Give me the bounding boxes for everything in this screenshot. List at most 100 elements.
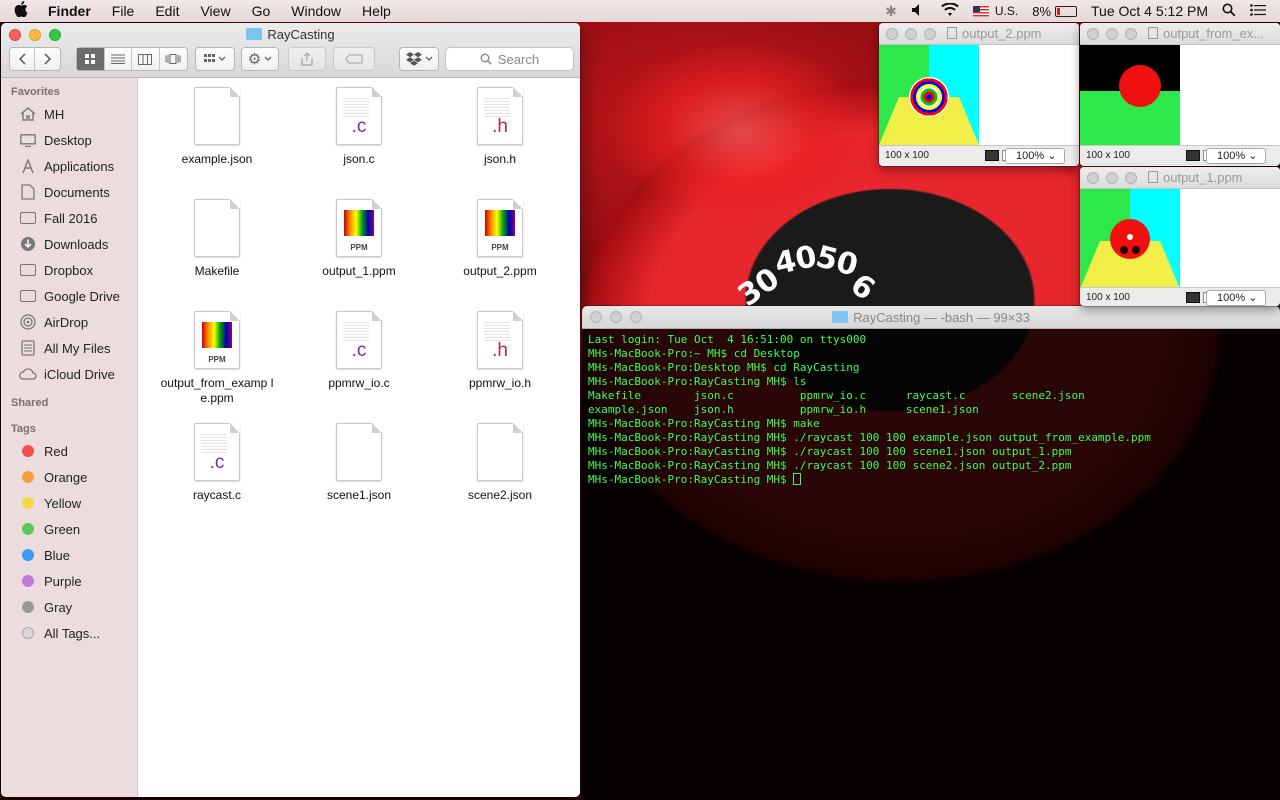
terminal-output[interactable]: Last login: Tue Oct 4 16:51:00 on ttys00… [582,329,1280,800]
close-button[interactable] [590,311,602,323]
zoom-select[interactable]: 100% ⌄ [1206,148,1266,164]
monitor-icon[interactable] [1186,150,1200,161]
notification-center-icon[interactable] [1250,3,1266,19]
zoom-select[interactable]: 100% ⌄ [1206,290,1266,306]
image-file-icon [947,27,957,39]
forward-button[interactable] [35,48,60,70]
sidebar-item-google-drive[interactable]: Google Drive [1,283,137,309]
list-view-button[interactable] [105,48,132,70]
file-item[interactable]: PPM output_from_examp le.ppm [147,311,287,406]
sidebar-item-applications[interactable]: Applications [1,153,137,179]
sidebar-item-fall-2016[interactable]: Fall 2016 [1,205,137,231]
document-icon [194,199,240,257]
tag-all-tags[interactable]: All Tags... [1,620,137,646]
battery-icon[interactable] [1055,5,1078,17]
preview-window-output-from-example: output_from_ex... 100 x 100 100% ⌄ [1080,23,1280,166]
zoom-select[interactable]: 100% ⌄ [1005,148,1065,164]
tag-yellow[interactable]: Yellow [1,490,137,516]
gauge-number: 40 [771,239,820,282]
wifi-icon[interactable] [941,1,959,20]
sidebar-item-documents[interactable]: Documents [1,179,137,205]
folder-icon [19,210,37,226]
monitor-icon[interactable] [985,150,999,161]
tag-purple[interactable]: Purple [1,568,137,594]
zoom-button[interactable] [630,311,642,323]
column-view-button[interactable] [132,48,160,70]
close-button[interactable] [1087,172,1099,184]
file-item[interactable]: PPM output_1.ppm [289,199,429,279]
preview-window-output-1: output_1.ppm 100 x 100 100% ⌄ [1080,167,1280,306]
file-item[interactable]: example.json [147,87,287,167]
file-name: ppmrw_io.c [328,376,390,390]
close-button[interactable] [1087,28,1099,40]
menu-help[interactable]: Help [362,3,391,19]
terminal-window: RayCasting — -bash — 99×33 Last login: T… [582,306,1280,800]
clock[interactable]: Tue Oct 4 5:12 PM [1091,3,1208,19]
sidebar-item-desktop[interactable]: Desktop [1,127,137,153]
sidebar-item-dropbox[interactable]: Dropbox [1,257,137,283]
file-item[interactable]: .c json.c [289,87,429,167]
back-button[interactable] [10,48,36,70]
file-item[interactable]: .h json.h [430,87,570,167]
dropbox-button[interactable] [399,47,439,71]
volume-icon[interactable] [911,3,927,20]
menu-file[interactable]: File [112,3,135,19]
tag-orange[interactable]: Orange [1,464,137,490]
close-button[interactable] [886,28,898,40]
tag-green[interactable]: Green [1,516,137,542]
minimize-button[interactable] [1106,28,1118,40]
file-item[interactable]: PPM output_2.ppm [430,199,570,279]
input-source-label[interactable]: U.S. [995,4,1018,18]
share-button[interactable] [288,47,326,71]
menu-window[interactable]: Window [291,3,341,19]
terminal-line: MHs-MacBook-Pro:RayCasting MH$ ls [588,375,807,388]
minimize-button[interactable] [610,311,622,323]
search-field[interactable]: Search [445,47,574,71]
sidebar-item-label: Documents [44,184,110,200]
action-gear-button[interactable]: ⚙ [241,47,279,71]
flag-icon[interactable] [972,5,989,17]
file-item[interactable]: Makefile [147,199,287,279]
sidebar-item-airdrop[interactable]: AirDrop [1,309,137,335]
tag-label: Green [44,521,81,537]
spotlight-icon[interactable] [1222,3,1236,20]
monitor-icon[interactable] [1186,292,1200,303]
menu-view[interactable]: View [200,3,230,19]
icon-view-button[interactable] [77,48,105,70]
file-item[interactable]: .h ppmrw_io.h [430,311,570,391]
cover-flow-button[interactable] [160,48,187,70]
zoom-button[interactable] [924,28,936,40]
file-item[interactable]: scene1.json [289,423,429,503]
file-item[interactable]: .c raycast.c [147,423,287,503]
menu-app-finder[interactable]: Finder [48,3,91,19]
zoom-button[interactable] [1125,28,1137,40]
terminal-line: MHs-MacBook-Pro:RayCasting MH$ make [588,417,820,430]
sidebar-item-mh[interactable]: MH [1,101,137,127]
arrange-button[interactable] [195,47,235,71]
sidebar-item-downloads[interactable]: Downloads [1,231,137,257]
menu-edit[interactable]: Edit [155,3,179,19]
render-image [1080,45,1180,145]
blue-tag-icon [22,549,34,561]
edit-tags-button[interactable] [333,47,375,71]
sidebar-item-all-my-files[interactable]: All My Files [1,335,137,361]
terminal-cursor [793,473,802,485]
preview-title: output_1.ppm [1163,170,1243,185]
zoom-button[interactable] [1125,172,1137,184]
tag-blue[interactable]: Blue [1,542,137,568]
file-item[interactable]: .c ppmrw_io.c [289,311,429,391]
battery-percent[interactable]: 8% [1032,4,1051,19]
bluetooth-icon[interactable]: ✱ [885,3,897,20]
render-image [1080,189,1180,287]
sidebar-item-label: AirDrop [44,314,89,330]
search-placeholder: Search [497,51,540,67]
minimize-button[interactable] [905,28,917,40]
tag-red[interactable]: Red [1,438,137,464]
minimize-button[interactable] [1106,172,1118,184]
apple-menu-icon[interactable] [14,1,32,21]
file-item[interactable]: scene2.json [430,423,570,503]
menu-go[interactable]: Go [252,3,271,19]
sidebar-item-label: MH [44,106,65,122]
tag-gray[interactable]: Gray [1,594,137,620]
sidebar-item-icloud-drive[interactable]: iCloud Drive [1,361,137,387]
